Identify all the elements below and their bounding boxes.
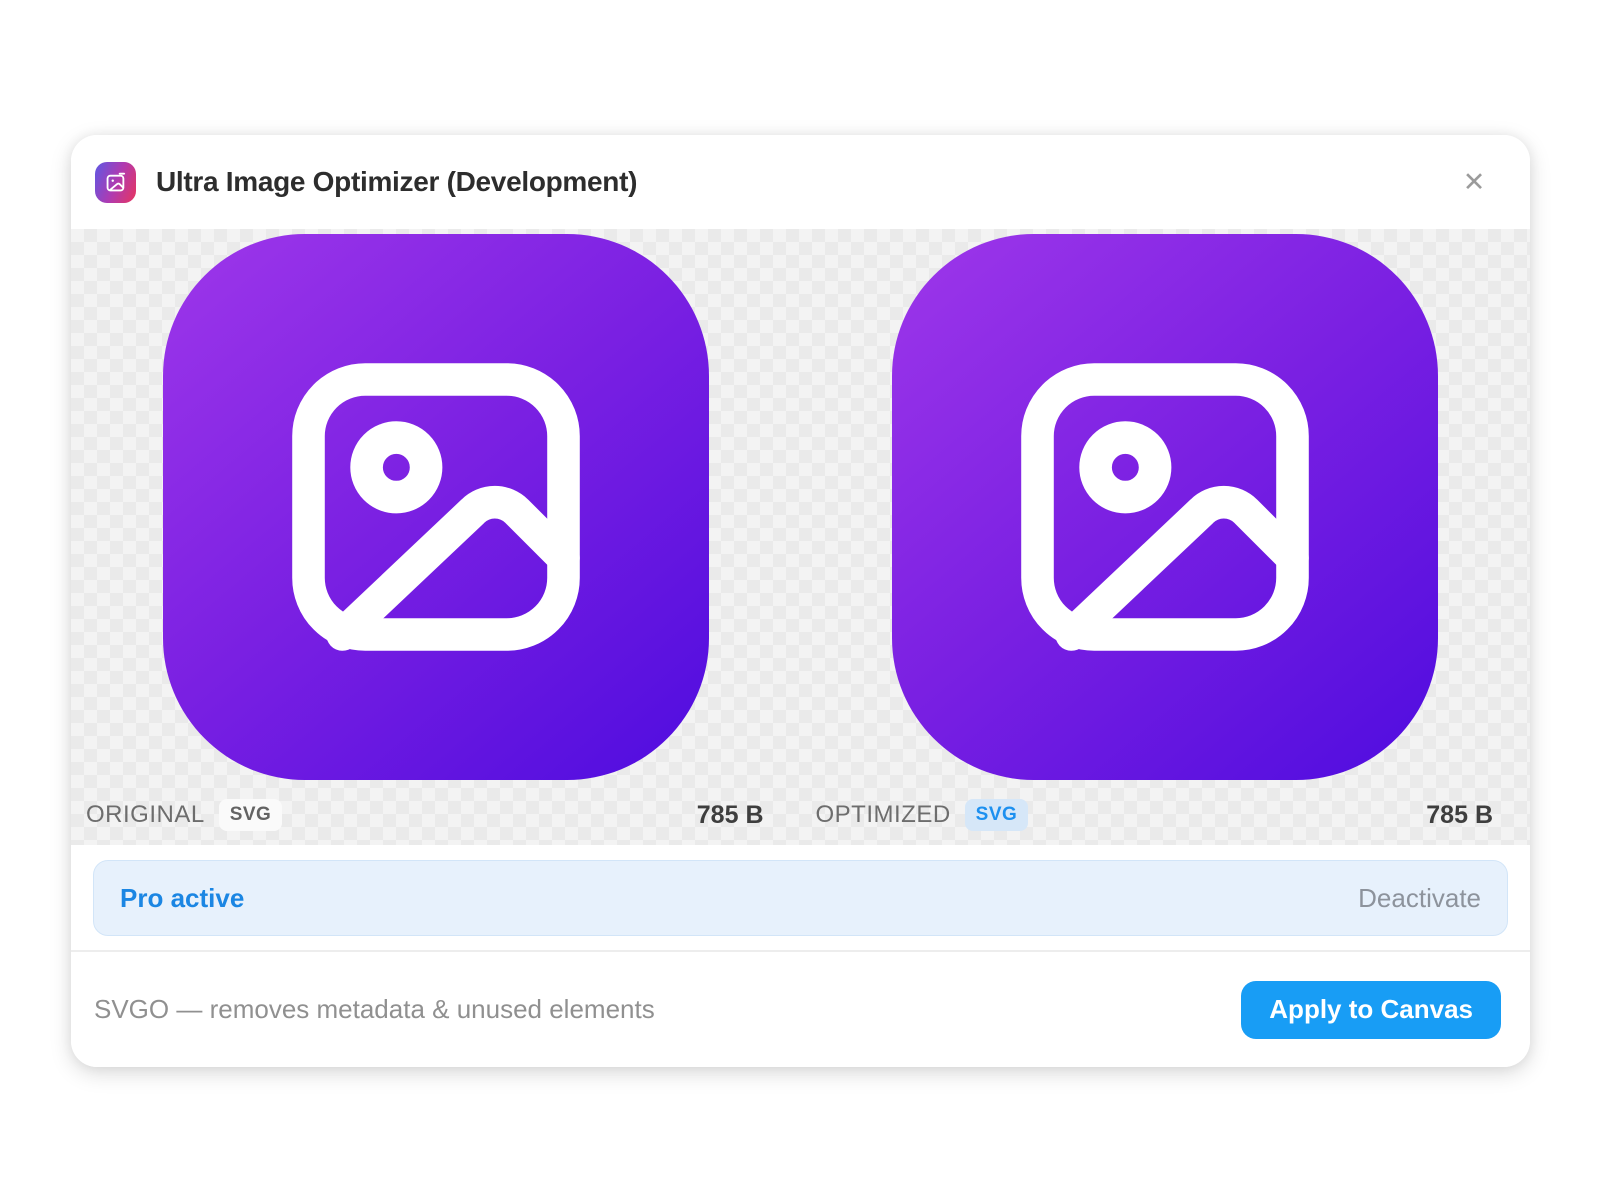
close-icon[interactable]: ✕ (1454, 162, 1494, 202)
apply-to-canvas-button[interactable]: Apply to Canvas (1241, 981, 1501, 1039)
image-optimizer-icon (103, 169, 129, 195)
pro-status-label: Pro active (120, 883, 244, 914)
comparison-preview: ORIGINAL SVG 785 B OPTIMIZED SVG 785 B (71, 229, 1530, 845)
optimized-pane: OPTIMIZED SVG 785 B (801, 229, 1531, 845)
pro-banner-section: Pro active Deactivate (71, 845, 1530, 952)
image-icon (266, 337, 606, 677)
original-meta-row: ORIGINAL SVG 785 B (71, 785, 801, 845)
optimized-format-badge: SVG (965, 799, 1029, 831)
optimizer-description: SVGO — removes metadata & unused element… (94, 994, 655, 1025)
app-logo-icon (95, 162, 136, 203)
deactivate-button[interactable]: Deactivate (1358, 883, 1481, 914)
original-pane: ORIGINAL SVG 785 B (71, 229, 801, 845)
original-label: ORIGINAL (86, 801, 205, 829)
optimized-size: 785 B (1426, 801, 1493, 830)
original-preview-tile (163, 234, 709, 780)
original-tile-wrap (71, 229, 801, 785)
original-size: 785 B (697, 801, 764, 830)
plugin-window: Ultra Image Optimizer (Development) ✕ OR… (71, 135, 1530, 1067)
optimized-preview-tile (892, 234, 1438, 780)
pro-status-banner: Pro active Deactivate (93, 860, 1508, 936)
optimized-tile-wrap (801, 229, 1531, 785)
window-footer: SVGO — removes metadata & unused element… (71, 952, 1530, 1067)
original-format-badge: SVG (219, 799, 283, 831)
optimized-meta-row: OPTIMIZED SVG 785 B (801, 785, 1531, 845)
window-header: Ultra Image Optimizer (Development) ✕ (71, 135, 1530, 229)
optimized-label: OPTIMIZED (816, 801, 951, 829)
image-icon (995, 337, 1335, 677)
window-title: Ultra Image Optimizer (Development) (156, 166, 637, 198)
